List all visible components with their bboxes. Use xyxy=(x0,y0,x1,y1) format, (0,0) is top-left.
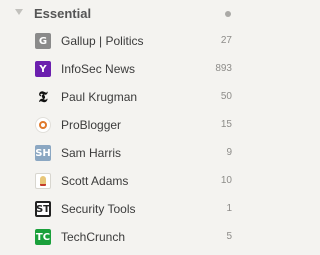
sam-harris-icon: SH xyxy=(35,145,51,161)
feed-name: Sam Harris xyxy=(61,146,122,160)
unread-count: 15 xyxy=(220,119,232,130)
feed-item-infosec-news[interactable]: Y InfoSec News 893 xyxy=(0,56,253,84)
feed-name: Paul Krugman xyxy=(61,90,138,104)
feed-item-problogger[interactable]: ProBlogger 15 xyxy=(0,112,253,140)
unread-count: 1 xyxy=(226,203,232,214)
unread-count: 893 xyxy=(215,63,232,74)
feed-item-security-tools[interactable]: ST Security Tools 1 xyxy=(0,196,253,224)
feed-item-gallup-politics[interactable]: G Gallup | Politics 27 xyxy=(0,28,253,56)
techcrunch-icon: TC xyxy=(35,229,51,245)
problogger-icon xyxy=(35,117,51,133)
unread-count: 10 xyxy=(220,175,232,186)
gallup-icon: G xyxy=(35,33,51,49)
nyt-icon: 𝕿 xyxy=(38,89,48,105)
security-tools-icon: ST xyxy=(35,201,51,217)
feed-item-scott-adams[interactable]: Scott Adams 10 xyxy=(0,168,253,196)
feed-name: InfoSec News xyxy=(61,62,136,76)
feed-name: Security Tools xyxy=(61,202,136,216)
unread-count: 50 xyxy=(220,91,232,102)
feed-name: TechCrunch xyxy=(61,230,126,244)
collapse-caret-icon[interactable] xyxy=(15,9,23,15)
section-header-essential[interactable]: Essential xyxy=(0,0,253,30)
feed-name: Scott Adams xyxy=(61,174,129,188)
feed-item-sam-harris[interactable]: SH Sam Harris 9 xyxy=(0,140,253,168)
feed-name: ProBlogger xyxy=(61,118,122,132)
feed-item-techcrunch[interactable]: TC TechCrunch 5 xyxy=(0,224,253,252)
feed-name: Gallup | Politics xyxy=(61,34,144,48)
unread-count: 9 xyxy=(226,147,232,158)
mark-read-dot-icon[interactable] xyxy=(225,11,231,17)
section-title[interactable]: Essential xyxy=(34,6,91,21)
unread-count: 5 xyxy=(226,231,232,242)
yahoo-icon: Y xyxy=(35,61,51,77)
feed-item-paul-krugman[interactable]: 𝕿 Paul Krugman 50 xyxy=(0,84,253,112)
unread-count: 27 xyxy=(220,35,232,46)
dilbert-icon xyxy=(35,173,51,189)
